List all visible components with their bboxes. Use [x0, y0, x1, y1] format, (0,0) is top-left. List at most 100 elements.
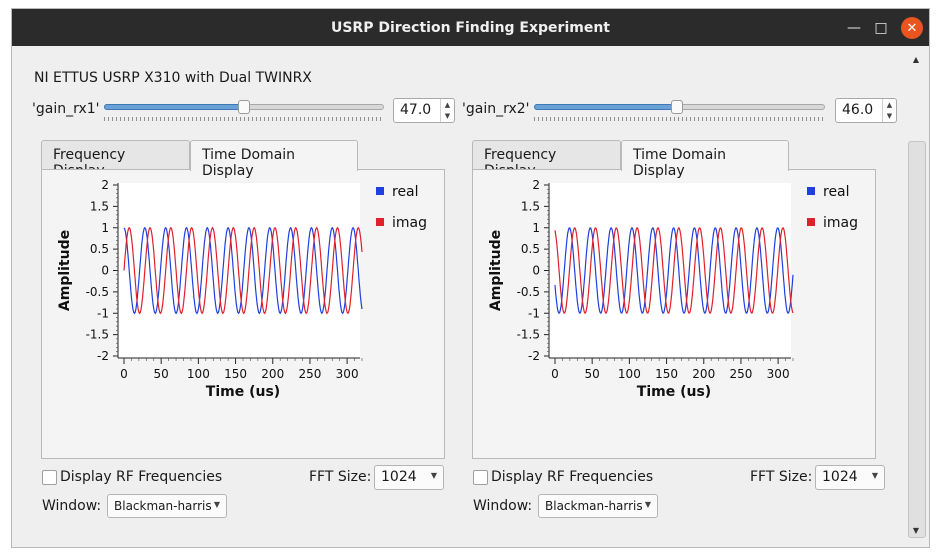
y-tick-label: 1.5	[521, 199, 540, 213]
receiver-panel-2: Frequency Display Time Domain Display 2 1…	[472, 140, 885, 530]
x-axis-label: Time (us)	[206, 384, 280, 400]
app-window: USRP Direction Finding Experiment — □ ✕ …	[11, 8, 930, 548]
x-tick-label: 200	[261, 367, 284, 381]
x-tick-label: 200	[692, 367, 715, 381]
legend-swatch-imag	[376, 218, 384, 226]
y-tick-label: 0.5	[521, 242, 540, 256]
y-tick-label: -0.5	[86, 285, 109, 299]
title-bar[interactable]: USRP Direction Finding Experiment — □ ✕	[12, 9, 929, 46]
scroll-up-icon[interactable]: ▲	[910, 55, 922, 67]
scrollbar-thumb[interactable]	[908, 141, 926, 538]
slider-handle[interactable]	[238, 100, 250, 114]
receiver-panel-1: Frequency Display Time Domain Display 2 1…	[41, 140, 445, 530]
display-rf-label[interactable]: Display RF Frequencies	[491, 469, 653, 485]
y-tick-label: 0	[532, 264, 540, 278]
window-label: Window:	[42, 498, 102, 514]
fft-size-select[interactable]: 1024 ▼	[815, 465, 885, 490]
scroll-down-icon[interactable]: ▼	[910, 526, 922, 538]
x-axis-label: Time (us)	[637, 384, 711, 400]
legend-label-imag: imag	[392, 215, 427, 231]
device-label: NI ETTUS USRP X310 with Dual TWINRX	[34, 70, 312, 86]
legend-label-real: real	[392, 184, 419, 200]
spin-up-icon[interactable]: ▲	[887, 101, 892, 109]
fft-size-label: FFT Size:	[309, 469, 372, 485]
y-tick-label: 2	[532, 178, 540, 192]
gain-rx1-slider[interactable]	[104, 100, 384, 123]
window-value: Blackman-harris	[545, 499, 643, 513]
gain-rx2-label: 'gain_rx2'	[462, 101, 530, 117]
y-tick-label: -1.5	[517, 328, 540, 342]
legend-label-real: real	[823, 184, 850, 200]
x-tick-label: 50	[585, 367, 600, 381]
y-tick-label: 1	[101, 221, 109, 235]
tab-frequency-display[interactable]: Frequency Display	[472, 140, 621, 179]
y-axis-label: Amplitude	[57, 230, 73, 311]
x-tick-label: 250	[298, 367, 321, 381]
legend-swatch-real	[376, 187, 384, 195]
window-select[interactable]: Blackman-harris ▼	[538, 494, 658, 518]
x-tick-label: 50	[154, 367, 169, 381]
display-rf-checkbox[interactable]	[473, 470, 488, 485]
legend-swatch-imag	[807, 218, 815, 226]
x-tick-label: 100	[618, 367, 641, 381]
minimize-icon[interactable]: —	[843, 17, 865, 39]
y-tick-label: -1	[528, 306, 540, 320]
slider-handle[interactable]	[670, 100, 683, 114]
tab-frequency-display[interactable]: Frequency Display	[41, 140, 190, 179]
y-axis-label: Amplitude	[488, 230, 504, 311]
display-rf-checkbox[interactable]	[42, 470, 57, 485]
x-tick-label: 150	[655, 367, 678, 381]
gain-rx1-spinbox[interactable]: 47.0 ▲ ▼	[393, 98, 455, 123]
time-domain-plot-frame: 2 1.5 1 0.5 0 -0.5 -1 -1.5 -2 0 50 100 150 200 250 300 T…	[472, 169, 876, 459]
gain-rx2-slider[interactable]	[534, 100, 825, 123]
y-tick-label: -0.5	[517, 285, 540, 299]
window-select[interactable]: Blackman-harris ▼	[107, 494, 227, 518]
x-tick-label: 0	[120, 367, 128, 381]
fft-size-value: 1024	[381, 469, 417, 485]
spin-up-icon[interactable]: ▲	[445, 101, 450, 109]
maximize-icon[interactable]: □	[870, 17, 892, 39]
x-tick-label: 0	[551, 367, 559, 381]
y-tick-label: -2	[528, 349, 540, 363]
window-label: Window:	[473, 498, 533, 514]
spin-down-icon[interactable]: ▼	[445, 112, 450, 120]
time-domain-chart: 2 1.5 1 0.5 0 -0.5 -1 -1.5 -2 0 50 100 150 200 250 300 T…	[488, 178, 858, 400]
y-tick-label: 0.5	[90, 242, 109, 256]
y-tick-label: -1.5	[86, 328, 109, 342]
window-value: Blackman-harris	[114, 499, 212, 513]
fft-size-select[interactable]: 1024 ▼	[374, 465, 444, 490]
x-tick-label: 300	[336, 367, 359, 381]
y-tick-label: 0	[101, 264, 109, 278]
gain-rx1-value[interactable]: 47.0	[400, 102, 431, 118]
chevron-down-icon: ▼	[871, 471, 878, 480]
gain-rx2-spinbox[interactable]: 46.0 ▲ ▼	[835, 98, 897, 123]
time-domain-chart: 2 1.5 1 0.5 0 -0.5 -1 -1.5 -2 0 50 100 150 200 250 300 T…	[57, 178, 427, 400]
slider-fill	[534, 104, 677, 110]
legend-swatch-real	[807, 187, 815, 195]
y-tick-label: 1	[532, 221, 540, 235]
close-icon[interactable]: ✕	[901, 17, 923, 39]
y-tick-label: 2	[101, 178, 109, 192]
x-tick-label: 100	[187, 367, 210, 381]
slider-ticks	[104, 117, 384, 121]
gain-rx1-label: 'gain_rx1'	[32, 101, 100, 117]
fft-size-value: 1024	[822, 469, 858, 485]
spin-down-icon[interactable]: ▼	[887, 112, 892, 120]
chevron-down-icon: ▼	[430, 471, 437, 480]
chevron-down-icon: ▼	[644, 500, 651, 509]
fft-size-label: FFT Size:	[750, 469, 813, 485]
vertical-scrollbar[interactable]: ▲ ▼	[906, 52, 928, 545]
x-tick-label: 300	[767, 367, 790, 381]
gain-rx2-value[interactable]: 46.0	[842, 102, 873, 118]
legend-label-imag: imag	[823, 215, 858, 231]
slider-fill	[104, 104, 244, 110]
y-tick-label: -2	[97, 349, 109, 363]
y-tick-label: -1	[97, 306, 109, 320]
y-tick-label: 1.5	[90, 199, 109, 213]
display-rf-label[interactable]: Display RF Frequencies	[60, 469, 222, 485]
slider-ticks	[534, 117, 825, 121]
time-domain-plot-frame: 2 1.5 1 0.5 0 -0.5 -1 -1.5 -2 0 50 100 150 200 250 300 T…	[41, 169, 445, 459]
x-tick-label: 150	[224, 367, 247, 381]
tab-time-domain-display[interactable]: Time Domain Display	[190, 140, 358, 179]
tab-time-domain-display[interactable]: Time Domain Display	[621, 140, 789, 179]
